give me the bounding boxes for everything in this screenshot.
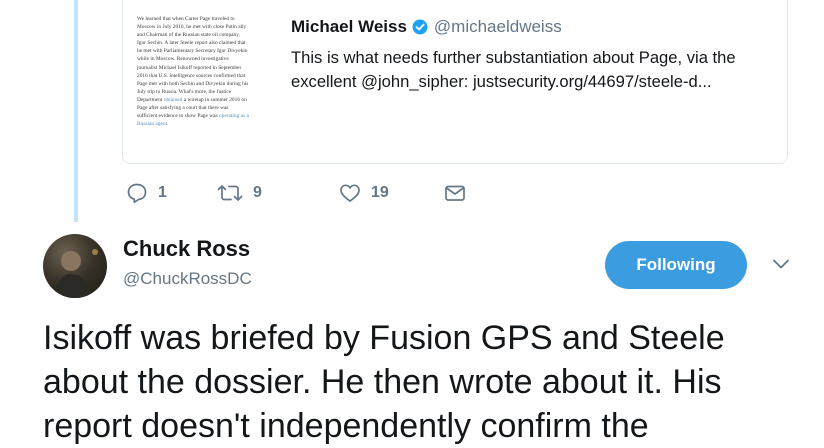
verified-badge-icon (412, 19, 428, 35)
author-handle[interactable]: @ChuckRossDC (123, 269, 252, 289)
thumbnail-link: operating as a (218, 113, 249, 120)
thumbnail-line: sufficient evidence to show Page was ope… (137, 112, 279, 120)
thumbnail-line: and Chairman of the Russian state oil co… (137, 32, 240, 39)
quoted-tweet-header: Michael Weiss @michaeldweiss (291, 15, 562, 39)
thumbnail-line: 2016 that U.S. intelligence sources conf… (137, 72, 246, 79)
thumbnail-line: Igor Sechin. A later Steele report also … (137, 40, 246, 47)
heart-icon (339, 182, 361, 204)
article-thumbnail: We learned that when Carter Page travele… (137, 15, 279, 147)
thumbnail-line: Moscow in July 2016, he met with close P… (137, 24, 247, 31)
thumbnail-text: sufficient evidence to show Page was (137, 113, 218, 120)
author-name[interactable]: Chuck Ross (123, 236, 250, 262)
retweet-icon (217, 182, 243, 204)
quoted-tweet-text: This is what needs further substantiatio… (291, 48, 736, 91)
direct-message-button[interactable] (444, 180, 466, 206)
thumbnail-link: Russian agent. (137, 121, 169, 128)
like-button[interactable]: 19 (339, 180, 389, 206)
thumbnail-line: journalist Michael Isikoff reported in S… (137, 64, 242, 71)
thumbnail-line: while in Moscow. Renowned investigative (137, 56, 229, 63)
thumbnail-line: Page after satisfying a court that there… (137, 105, 229, 112)
thread-line (74, 0, 78, 222)
reply-count: 1 (158, 184, 167, 201)
thumbnail-text: a wiretap in summer 2016 on (183, 96, 247, 103)
retweet-button[interactable]: 9 (217, 180, 262, 206)
tweet-text: Isikoff was briefed by Fusion GPS and St… (43, 319, 725, 445)
retweet-count: 9 (253, 184, 262, 201)
thumbnail-line: he met with Parliamentary Secretary Igor… (137, 48, 248, 55)
reply-button[interactable]: 1 (126, 180, 167, 206)
thumbnail-line: Page met with both Sechin and Divyekin d… (137, 80, 249, 87)
quoted-tweet-card[interactable]: We learned that when Carter Page travele… (122, 0, 788, 164)
thumbnail-line: We learned that when Carter Page travele… (137, 16, 235, 22)
following-button[interactable]: Following (605, 241, 747, 289)
quoted-author-handle[interactable]: @michaeldweiss (434, 17, 562, 37)
like-count: 19 (371, 184, 389, 201)
thumbnail-text: Department (137, 96, 163, 103)
envelope-icon (444, 182, 466, 204)
chevron-down-icon[interactable] (771, 256, 791, 272)
avatar[interactable] (43, 234, 107, 298)
thumbnail-line: Department obtained a wiretap in summer … (137, 96, 279, 104)
quoted-author-name[interactable]: Michael Weiss (291, 17, 407, 37)
thumbnail-link: obtained (163, 96, 183, 103)
reply-icon (126, 182, 148, 204)
thumbnail-line: July trip to Russia. What's more, the Ju… (137, 88, 232, 95)
